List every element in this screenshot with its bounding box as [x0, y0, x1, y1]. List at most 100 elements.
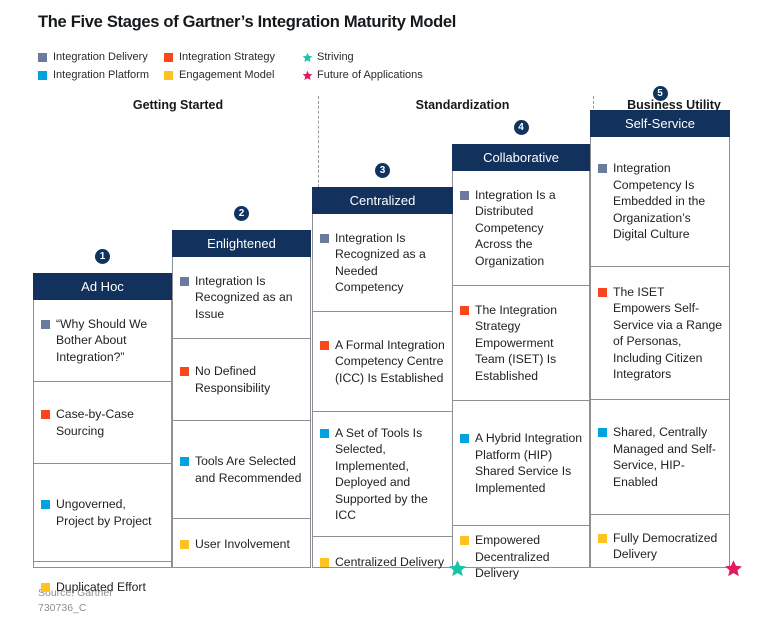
- stage-item-cell[interactable]: The Integration Strategy Empowerment Tea…: [453, 286, 589, 401]
- cell-inner: User Involvement: [180, 536, 290, 553]
- stage-item-text: The Integration Strategy Empowerment Tea…: [475, 302, 557, 383]
- stage-header-label: Collaborative: [452, 144, 590, 171]
- cell-inner: Centralized Delivery: [320, 554, 444, 571]
- legend-label: Engagement Model: [179, 69, 275, 81]
- stage-item-cell[interactable]: Empowered Decentralized Delivery: [453, 526, 589, 588]
- legend-item-integration-platform: Integration Platform: [38, 66, 164, 84]
- stage-body: Integration Is Recognized as a Needed Co…: [312, 214, 453, 569]
- cell-inner: A Hybrid Integration Platform (HIP) Shar…: [460, 430, 583, 496]
- stage-number-badge: 4: [513, 120, 529, 135]
- square-swatch-icon: [598, 164, 607, 174]
- stage-item-cell[interactable]: Case-by-Case Sourcing: [34, 382, 171, 464]
- cell-inner: A Formal Integration Competency Centre (…: [320, 337, 446, 387]
- cell-inner: Tools Are Selected and Recommended: [180, 453, 304, 486]
- stage-item-text: Tools Are Selected and Recommended: [195, 454, 302, 485]
- stage-item-text: Shared, Centrally Managed and Self-Servi…: [613, 425, 716, 489]
- stage-item-cell[interactable]: “Why Should We Bother About Integration?…: [34, 300, 171, 382]
- star-icon: [301, 70, 313, 81]
- square-swatch-icon: [460, 305, 469, 315]
- legend-label: Integration Strategy: [179, 51, 276, 63]
- stage-number-badge: 5: [652, 86, 668, 101]
- stage-item-text: “Why Should We Bother About Integration?…: [56, 316, 148, 364]
- stage-item-cell[interactable]: Integration Is a Distributed Competency …: [453, 171, 589, 286]
- square-swatch-icon: [41, 500, 50, 509]
- cell-inner: Fully Democratized Delivery: [598, 530, 723, 563]
- stage-item-cell[interactable]: Integration Is Recognized as an Issue: [173, 257, 310, 339]
- legend-label: Future of Applications: [317, 69, 423, 81]
- legend-item-engagement-model: Engagement Model: [164, 66, 301, 84]
- stage-item-text: Case-by-Case Sourcing: [56, 407, 134, 438]
- square-swatch-icon: [460, 190, 469, 200]
- stage-column-collaborative[interactable]: 4 Collaborative Integration Is a Distribut…: [452, 120, 590, 580]
- square-swatch-icon: [180, 539, 189, 549]
- square-swatch-icon: [598, 533, 607, 543]
- cell-inner: Shared, Centrally Managed and Self-Servi…: [598, 424, 723, 490]
- stage-item-text: Centralized Delivery: [335, 554, 445, 569]
- stage-item-cell[interactable]: A Set of Tools Is Selected, Implemented,…: [313, 412, 452, 537]
- stage-column-self-service[interactable]: 5 Self-Service Integration Competency Is E…: [590, 86, 730, 568]
- square-swatch-icon: [598, 428, 607, 437]
- stage-column-centralized[interactable]: 3 Centralized Integration Is Recognized as…: [312, 163, 453, 569]
- stage-item-text: No Defined Responsibility: [195, 364, 271, 395]
- stage-item-text: A Formal Integration Competency Centre (…: [335, 337, 445, 385]
- stage-item-cell[interactable]: Integration Is Recognized as a Needed Co…: [313, 214, 452, 312]
- legend-label: Integration Platform: [53, 69, 149, 81]
- legend-item-integration-delivery: Integration Delivery: [38, 48, 164, 66]
- stage-item-text: Fully Democratized Delivery: [613, 530, 718, 562]
- stage-item-cell[interactable]: A Formal Integration Competency Centre (…: [313, 312, 452, 412]
- square-swatch-icon: [320, 233, 329, 243]
- stage-header-label: Ad Hoc: [33, 273, 172, 300]
- legend-row: Integration Platform Engagement Model Futu…: [38, 66, 738, 84]
- legend-label: Striving: [317, 51, 354, 63]
- stage-item-cell[interactable]: Fully Democratized Delivery: [591, 515, 729, 577]
- square-swatch-icon: [180, 276, 189, 286]
- square-swatch-icon: [41, 319, 50, 329]
- stage-column-ad-hoc[interactable]: 1 Ad Hoc “Why Should We Bother About Integ…: [33, 249, 172, 594]
- stage-header-label: Enlightened: [172, 230, 311, 257]
- stage-item-text: User Involvement: [195, 536, 290, 551]
- stage-item-cell[interactable]: User Involvement: [173, 519, 310, 569]
- legend-item-future-of-applications: Future of Applications: [301, 66, 501, 84]
- cell-inner: A Set of Tools Is Selected, Implemented,…: [320, 425, 446, 524]
- legend-item-integration-strategy: Integration Strategy: [164, 48, 301, 66]
- stage-number: 5: [590, 86, 730, 101]
- stage-item-cell[interactable]: Centralized Delivery: [313, 537, 452, 587]
- cell-inner: The ISET Empowers Self-Service via a Ran…: [598, 284, 723, 383]
- square-swatch-icon: [38, 70, 47, 80]
- cell-inner: “Why Should We Bother About Integration?…: [41, 316, 165, 366]
- stage-item-cell[interactable]: Ungoverned, Project by Project: [34, 464, 171, 562]
- star-icon: [301, 52, 313, 63]
- cell-inner: No Defined Responsibility: [180, 363, 304, 396]
- stage-item-cell[interactable]: Duplicated Effort: [34, 562, 171, 612]
- page-title: The Five Stages of Gartner’s Integration…: [38, 13, 457, 31]
- stage-column-enlightened[interactable]: 2 Enlightened Integration Is Recognized as…: [172, 206, 311, 569]
- stage-item-text: Integration Competency Is Embedded in th…: [613, 161, 706, 242]
- stage-item-text: Integration Is a Distributed Competency …: [475, 187, 556, 268]
- stage-body: Integration Competency Is Embedded in th…: [590, 137, 730, 568]
- stage-header-label: Self-Service: [590, 110, 730, 137]
- square-swatch-icon: [41, 410, 50, 419]
- stage-number-badge: 3: [375, 163, 390, 178]
- stage-item-cell[interactable]: Integration Competency Is Embedded in th…: [591, 137, 729, 267]
- stage-item-text: A Hybrid Integration Platform (HIP) Shar…: [475, 431, 583, 495]
- square-swatch-icon: [180, 457, 189, 466]
- cell-inner: Integration Is a Distributed Competency …: [460, 187, 583, 270]
- stage-item-cell[interactable]: The ISET Empowers Self-Service via a Ran…: [591, 267, 729, 400]
- stage-item-text: A Set of Tools Is Selected, Implemented,…: [335, 425, 428, 523]
- stage-item-text: Integration Is Recognized as an Issue: [195, 273, 293, 321]
- stage-number-badge: 2: [234, 206, 249, 221]
- square-swatch-icon: [598, 287, 607, 297]
- square-swatch-icon: [320, 557, 329, 567]
- square-swatch-icon: [180, 367, 189, 376]
- square-swatch-icon: [460, 434, 469, 443]
- square-swatch-icon: [320, 340, 329, 350]
- legend-item-striving: Striving: [301, 48, 501, 66]
- stage-item-cell[interactable]: No Defined Responsibility: [173, 339, 310, 421]
- stage-item-cell[interactable]: Shared, Centrally Managed and Self-Servi…: [591, 400, 729, 515]
- stage-item-text: Ungoverned, Project by Project: [56, 497, 152, 528]
- stage-item-text: Empowered Decentralized Delivery: [475, 533, 550, 581]
- square-swatch-icon: [460, 536, 469, 546]
- stage-item-cell[interactable]: Tools Are Selected and Recommended: [173, 421, 310, 519]
- square-swatch-icon: [164, 70, 173, 80]
- stage-item-cell[interactable]: A Hybrid Integration Platform (HIP) Shar…: [453, 401, 589, 526]
